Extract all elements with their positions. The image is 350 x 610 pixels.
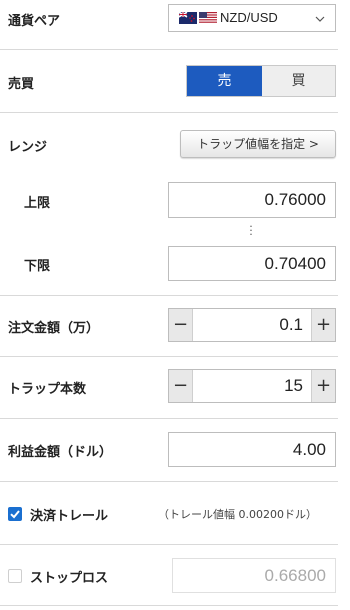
divider — [0, 605, 338, 606]
trail-label: 決済トレール — [30, 509, 109, 524]
range-label: レンジ — [8, 140, 48, 155]
upper-label: 上限 — [24, 196, 51, 211]
trap-width-button[interactable]: トラップ値幅を指定 > — [180, 130, 336, 158]
divider — [0, 544, 338, 545]
trail-checkbox[interactable] — [8, 507, 22, 521]
minus-icon[interactable]: − — [169, 370, 193, 402]
trap-count-stepper: − 15 + — [168, 369, 336, 403]
currency-pair-label: 通貨ペア — [8, 14, 61, 29]
divider — [0, 356, 338, 357]
plus-icon[interactable]: + — [311, 370, 335, 402]
stoploss-label: ストップロス — [30, 571, 109, 586]
minus-icon[interactable]: − — [169, 309, 193, 341]
order-amount-label: 注文金額（万） — [8, 321, 100, 336]
upper-input[interactable]: 0.76000 — [168, 182, 336, 218]
vertical-ellipsis-icon: · · · — [249, 220, 253, 241]
order-amount-value[interactable]: 0.1 — [279, 309, 303, 341]
lower-input[interactable]: 0.70400 — [168, 246, 336, 281]
profit-amount-input[interactable]: 4.00 — [168, 432, 336, 467]
divider — [0, 481, 338, 482]
trap-count-value[interactable]: 15 — [284, 370, 303, 402]
chevron-down-icon — [315, 16, 325, 22]
divider — [0, 112, 338, 113]
nz-flag-icon — [179, 12, 197, 24]
us-flag-icon — [199, 12, 217, 24]
order-amount-stepper: − 0.1 + — [168, 308, 336, 342]
divider — [0, 295, 338, 296]
plus-icon[interactable]: + — [311, 309, 335, 341]
check-icon — [10, 510, 20, 519]
side-toggle: 売 買 — [186, 65, 336, 97]
divider — [0, 49, 338, 50]
stoploss-checkbox[interactable] — [8, 569, 22, 583]
sell-button[interactable]: 売 — [187, 66, 262, 96]
trap-count-label: トラップ本数 — [8, 382, 87, 397]
divider — [0, 418, 338, 419]
currency-pair-value: NZD/USD — [220, 10, 278, 25]
trail-width-note: （トレール値幅 0.00200ドル） — [158, 508, 317, 521]
side-label: 売買 — [8, 77, 35, 92]
profit-amount-label: 利益金額（ドル） — [8, 445, 113, 460]
buy-button[interactable]: 買 — [262, 66, 335, 96]
stoploss-input[interactable]: 0.66800 — [172, 558, 336, 593]
lower-label: 下限 — [24, 259, 51, 274]
currency-pair-select[interactable]: NZD/USD — [168, 4, 336, 32]
